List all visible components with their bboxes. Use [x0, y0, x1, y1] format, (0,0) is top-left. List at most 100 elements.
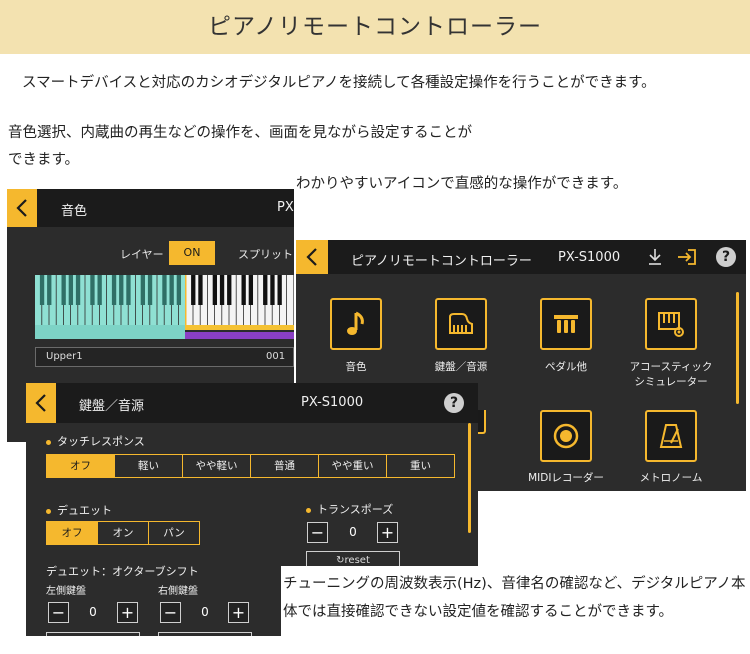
chevron-left-icon	[306, 248, 317, 266]
black-key	[119, 275, 124, 305]
keyboard-tile[interactable]	[435, 298, 487, 350]
duet-option[interactable]: オン	[97, 522, 148, 544]
black-key	[97, 275, 102, 305]
black-key	[61, 275, 66, 305]
tone-tile-label: 音色	[345, 361, 367, 373]
model-name: PX-S1000	[558, 250, 621, 265]
left-octave-plus-button[interactable]: +	[117, 602, 138, 623]
touch-response-option[interactable]: オフ	[47, 455, 114, 477]
tone-tile[interactable]	[330, 298, 382, 350]
transpose-value: 0	[349, 525, 357, 539]
metronome-tile[interactable]	[645, 410, 697, 462]
chevron-left-icon	[35, 394, 46, 412]
connect-icon[interactable]	[676, 247, 698, 267]
transpose-section: トランスポーズ	[306, 501, 393, 517]
main-screen-title: ピアノリモートコントローラー	[351, 254, 532, 269]
upper-tone-field[interactable]: Upper1 001	[35, 347, 294, 367]
transpose-label: トランスポーズ	[317, 503, 394, 516]
pedal-tile-label: ペダル他	[545, 361, 587, 373]
chevron-left-icon	[16, 199, 27, 217]
touch-response-selector[interactable]: オフ 軽い やや軽い 普通 やや重い 重い	[46, 454, 455, 478]
pedal-tile[interactable]	[540, 298, 592, 350]
download-icon[interactable]	[647, 248, 663, 266]
upper-label: Upper1	[46, 351, 83, 362]
black-key	[47, 275, 52, 305]
black-key	[198, 275, 203, 305]
intro-text: スマートデバイスと対応のカシオデジタルピアノを接続して各種設定操作を行うことがで…	[22, 75, 656, 91]
split-range-bar	[185, 325, 294, 330]
left-keyboard-label: 左側鍵盤	[46, 586, 86, 597]
touch-response-option[interactable]: やや軽い	[182, 455, 250, 477]
duet-selector[interactable]: オフ オン パン	[46, 521, 200, 545]
tone-screen-title: 音色	[61, 204, 88, 219]
black-key	[111, 275, 117, 305]
help-icon[interactable]: ?	[716, 247, 736, 267]
black-key	[126, 275, 131, 305]
right-octave-value: 0	[201, 605, 209, 619]
page-title: ピアノリモートコントローラー	[208, 14, 542, 40]
bullet-dot	[46, 508, 51, 514]
music-note-icon	[347, 311, 364, 335]
black-key	[248, 275, 254, 305]
black-key	[162, 275, 167, 305]
black-key	[169, 275, 174, 305]
transpose-minus-button[interactable]: −	[307, 522, 328, 543]
layer-range-bar	[35, 325, 185, 339]
grand-piano-icon	[449, 313, 473, 334]
model-name: PX-S1000	[301, 395, 364, 410]
layer-toggle[interactable]: ON	[169, 241, 215, 265]
left-reset-button[interactable]	[46, 632, 140, 636]
scrollbar[interactable]	[736, 292, 739, 404]
black-key	[176, 275, 182, 305]
scrollbar[interactable]	[468, 423, 471, 533]
black-key	[263, 275, 268, 305]
black-key	[75, 275, 81, 305]
lower-range-bar	[185, 332, 294, 339]
duet-option[interactable]: オフ	[47, 522, 97, 544]
touch-response-option[interactable]: やや重い	[318, 455, 386, 477]
back-button[interactable]	[296, 240, 328, 274]
main-screen-header: ピアノリモートコントローラー PX-S1000 ?	[296, 240, 746, 274]
black-key	[212, 275, 218, 305]
back-button[interactable]	[7, 189, 37, 227]
black-key	[241, 275, 246, 305]
split-point-marker	[185, 275, 187, 325]
black-key	[90, 275, 95, 305]
black-key	[140, 275, 146, 305]
left-octave-minus-button[interactable]: −	[48, 602, 69, 623]
right-keyboard-label: 右側鍵盤	[158, 586, 198, 597]
acoustic-simulator-tile-label: アコースティック シミュレーター	[629, 361, 713, 388]
bullet-dot	[306, 507, 311, 513]
icon-description: わかりやすいアイコンで直感的な操作ができます。	[296, 176, 628, 192]
black-key	[39, 275, 45, 305]
tuning-description: チューニングの周波数表示(Hz)、音律名の確認など、デジタルピアノ本体では直接確…	[281, 566, 750, 654]
midi-recorder-tile[interactable]	[540, 410, 592, 462]
black-key	[219, 275, 225, 305]
transpose-plus-button[interactable]: +	[377, 522, 398, 543]
octave-shift-label: デュエット：オクターブシフト	[46, 565, 199, 578]
upper-value: 001	[266, 351, 286, 362]
black-key	[227, 275, 232, 305]
right-octave-minus-button[interactable]: −	[160, 602, 181, 623]
acoustic-simulator-tile[interactable]	[645, 298, 697, 350]
black-key	[147, 275, 153, 305]
metronome-icon	[659, 424, 683, 448]
split-label[interactable]: スプリット	[238, 246, 293, 262]
metronome-tile-label: メトロノーム	[639, 472, 703, 484]
touch-response-option[interactable]: 軽い	[114, 455, 182, 477]
touch-response-option[interactable]: 普通	[250, 455, 318, 477]
duet-option[interactable]: パン	[148, 522, 199, 544]
white-key	[287, 275, 294, 325]
touch-response-section: タッチレスポンス	[46, 433, 145, 449]
back-button[interactable]	[26, 383, 56, 423]
duet-section: デュエット	[46, 502, 112, 518]
help-icon[interactable]: ?	[444, 393, 464, 413]
right-octave-plus-button[interactable]: +	[228, 602, 249, 623]
duet-label: デュエット	[57, 504, 112, 517]
touch-response-option[interactable]: 重い	[386, 455, 454, 477]
tone-description: 音色選択、内蔵曲の再生などの操作を、画面を見ながら設定することができます。	[8, 125, 472, 168]
right-reset-button[interactable]	[158, 632, 252, 636]
touch-response-label: タッチレスポンス	[57, 435, 145, 448]
black-key	[191, 275, 196, 305]
pedal-icon	[554, 315, 578, 333]
